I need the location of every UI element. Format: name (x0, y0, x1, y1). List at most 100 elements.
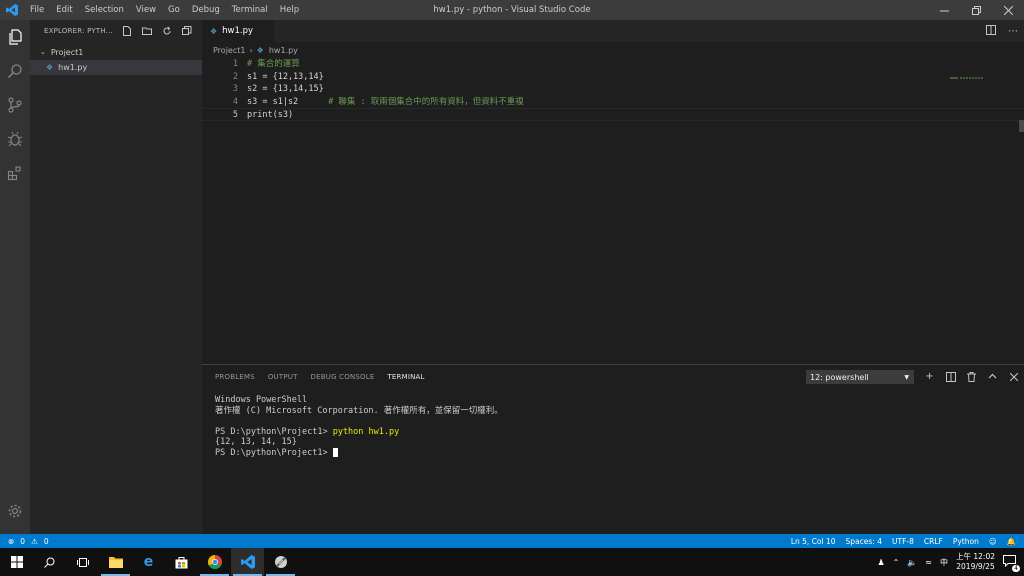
taskbar-edge[interactable]: e (132, 548, 165, 576)
scrollbar[interactable] (1019, 120, 1024, 132)
close-icon (1003, 5, 1013, 15)
menu-file[interactable]: File (24, 0, 50, 20)
folder-project1[interactable]: ⌄ Project1 (30, 44, 202, 60)
tab-output[interactable]: OUTPUT (268, 365, 298, 389)
tab-terminal[interactable]: TERMINAL (387, 365, 424, 389)
tab-debug-console[interactable]: DEBUG CONSOLE (311, 365, 375, 389)
explorer-header: EXPLORER: PYTH... (30, 20, 202, 42)
tab-label: hw1.py (222, 26, 254, 36)
title-bar: hw1.py - python - Visual Studio Code Fil… (0, 0, 1024, 20)
volume-icon[interactable]: 🔈 (907, 558, 917, 567)
python-feather-icon (274, 556, 287, 568)
code-line: 1 # 集合的運算 (202, 58, 1024, 71)
taskbar-search-button[interactable] (33, 548, 66, 576)
new-folder-icon (142, 27, 152, 35)
new-file-button[interactable] (120, 24, 134, 38)
clock-time: 上午 12:02 (956, 552, 995, 561)
chevron-up-icon[interactable]: ⌃ (893, 558, 900, 567)
terminal-prompt: PS D:\python\Project1> (215, 447, 333, 458)
terminal-select-value: 12: powershell (810, 372, 869, 382)
tab-problems[interactable]: PROBLEMS (215, 365, 255, 389)
dropdown-arrow-icon: ▼ (904, 373, 909, 381)
terminal-command-line: PS D:\python\Project1> python hw1.py (215, 427, 503, 438)
end-of-line[interactable]: CRLF (924, 537, 943, 546)
taskbar-vscode[interactable] (231, 548, 264, 576)
code-editor[interactable]: 1 # 集合的運算 2 s1 = {12,13,14} 3 s2 = {13,1… (202, 58, 1024, 121)
new-terminal-button[interactable]: + (923, 369, 936, 384)
task-view-button[interactable] (66, 548, 99, 576)
refresh-icon (163, 26, 171, 35)
folder-icon (108, 557, 123, 568)
edge-icon: e (143, 554, 154, 570)
terminal-select[interactable]: 12: powershell ▼ (806, 370, 914, 384)
manage-settings-button[interactable] (0, 494, 30, 528)
code-comment: # 聯集 : 取兩個集合中的所有資料，但資料不重複 (328, 96, 524, 107)
action-center-button[interactable]: 4 (1003, 555, 1020, 572)
indentation[interactable]: Spaces: 4 (846, 537, 882, 546)
menu-selection[interactable]: Selection (79, 0, 130, 20)
taskbar-store[interactable] (165, 548, 198, 576)
explorer-activity-button[interactable] (0, 20, 30, 54)
more-actions-button[interactable]: ⋯ (1008, 26, 1018, 37)
close-button[interactable] (992, 0, 1024, 20)
explorer-title: EXPLORER: PYTH... (44, 27, 113, 35)
taskbar-python-idle[interactable] (264, 548, 297, 576)
search-activity-button[interactable] (0, 54, 30, 88)
panel-actions: + (923, 369, 1020, 384)
code-text: s1 = {12,13,14} (247, 71, 324, 82)
plus-icon: + (925, 371, 934, 382)
feedback-smiley-icon[interactable]: ☺ (989, 537, 997, 546)
clock[interactable]: 上午 12:02 2019/9/25 (956, 552, 995, 572)
notifications-bell-icon[interactable]: 🔔 (1007, 537, 1016, 546)
python-file-icon: ❖ (210, 26, 218, 36)
menu-view[interactable]: View (130, 0, 162, 20)
code-line-active: 5 print(s3) (202, 108, 1024, 121)
close-icon (1009, 372, 1018, 381)
extensions-activity-button[interactable] (0, 156, 30, 190)
warning-icon: ⚠ (31, 536, 38, 546)
breadcrumb-folder[interactable]: Project1 (213, 46, 245, 55)
restore-button[interactable] (960, 0, 992, 20)
close-panel-button[interactable] (1007, 369, 1020, 384)
windows-taskbar: e ♟ ⌃ 🔈 ≈ 中 上午 12:02 2019/9/25 4 (0, 548, 1024, 576)
menu-debug[interactable]: Debug (186, 0, 226, 20)
menu-terminal[interactable]: Terminal (226, 0, 274, 20)
taskbar-chrome[interactable] (198, 548, 231, 576)
editor-actions: ⋯ (986, 20, 1018, 42)
status-problems[interactable]: ⊗ 0 ⚠ 0 (0, 537, 49, 546)
taskbar-file-explorer[interactable] (99, 548, 132, 576)
terminal-output[interactable]: Windows PowerShell 著作權 (C) Microsoft Cor… (215, 395, 503, 459)
breadcrumb-file[interactable]: hw1.py (269, 46, 298, 55)
trash-icon (967, 371, 976, 382)
task-view-icon (76, 557, 89, 567)
people-icon[interactable]: ♟ (877, 558, 884, 567)
ime-indicator[interactable]: 中 (940, 557, 948, 568)
terminal-command: python hw1.py (332, 426, 400, 437)
explorer-sidebar: EXPLORER: PYTH... ⌄ Project1 ❖ hw1.py (30, 20, 202, 534)
language-mode[interactable]: Python (953, 537, 979, 546)
kill-terminal-button[interactable] (965, 369, 978, 384)
maximize-panel-button[interactable] (986, 369, 999, 384)
menu-help[interactable]: Help (274, 0, 305, 20)
cursor-position[interactable]: Ln 5, Col 10 (791, 537, 836, 546)
split-terminal-button[interactable] (944, 369, 957, 384)
code-text: print(s3) (247, 110, 294, 121)
file-hw1-py[interactable]: ❖ hw1.py (30, 60, 202, 75)
menu-edit[interactable]: Edit (50, 0, 78, 20)
encoding[interactable]: UTF-8 (892, 537, 914, 546)
start-button[interactable] (0, 548, 33, 576)
tab-hw1-py[interactable]: ❖ hw1.py (202, 20, 274, 42)
debug-activity-button[interactable] (0, 122, 30, 156)
split-editor-button[interactable] (986, 24, 996, 38)
minimap[interactable] (950, 76, 984, 80)
menu-go[interactable]: Go (162, 0, 186, 20)
line-number: 1 (232, 59, 238, 69)
network-icon[interactable]: ≈ (925, 558, 932, 567)
collapse-all-button[interactable] (180, 24, 194, 38)
refresh-button[interactable] (160, 24, 174, 38)
status-bar: ⊗ 0 ⚠ 0 Ln 5, Col 10 Spaces: 4 UTF-8 CRL… (0, 534, 1024, 548)
minimize-button[interactable] (928, 0, 960, 20)
editor-tabs: ❖ hw1.py ⋯ (202, 20, 1024, 42)
new-folder-button[interactable] (140, 24, 154, 38)
source-control-activity-button[interactable] (0, 88, 30, 122)
